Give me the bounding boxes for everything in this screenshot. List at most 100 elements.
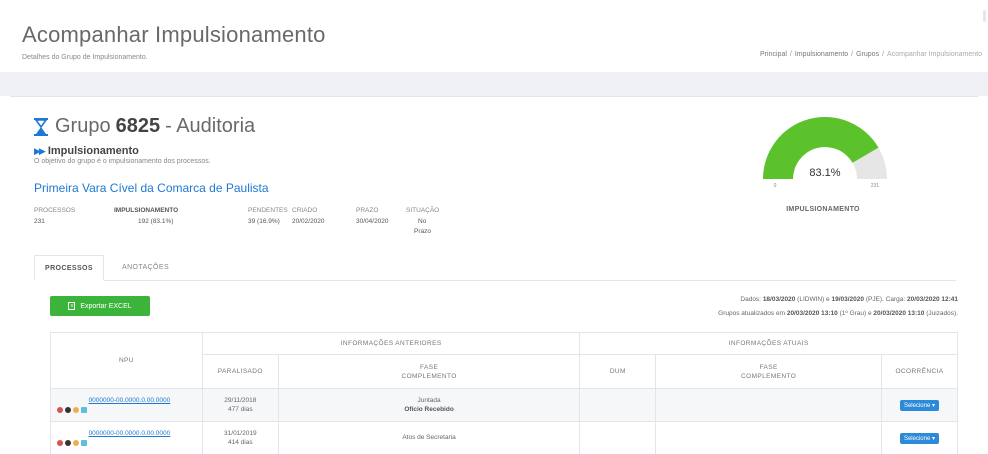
col-fase-curr: Fase Complemento (655, 354, 882, 389)
selecione-dropdown[interactable]: Selecione ▾ (899, 432, 939, 444)
col-ocorrencia: Ocorrência (880, 354, 959, 389)
calendar-icon[interactable] (81, 440, 87, 446)
alert-icon[interactable] (57, 407, 63, 413)
alert-icon[interactable] (57, 440, 63, 446)
col-npu: NPU (50, 332, 203, 389)
tab-bar: PROCESSOS ANOTAÇÕES (34, 255, 956, 281)
stat-label: Pendentes (248, 207, 288, 214)
group-objective: O objetivo do grupo é o impulsionamento … (34, 158, 211, 165)
breadcrumb-separator: / (882, 51, 885, 58)
content-band (0, 72, 988, 96)
info-date: 20/03/2020 13:10 (786, 310, 838, 317)
col-group-curr: Informações Atuais (579, 332, 958, 355)
data-dates-line: Dados: 18/03/2020 (LIDWIN) e 19/03/2020 … (740, 296, 958, 303)
info-text: (PJE). Carga: (865, 296, 906, 303)
complemento-text: Ofício Recebido (404, 406, 454, 413)
npu-link[interactable]: 0000000-00.0000.0.00.0000 (57, 397, 202, 404)
gauge-min: 0 (774, 183, 777, 189)
impulsionamento-heading: ▶▶ Impulsionamento (34, 145, 139, 157)
breadcrumb-grupos[interactable]: Grupos (856, 51, 879, 58)
stat-criado: Criado 20/02/2020 (292, 207, 325, 225)
cell-dum (579, 388, 657, 422)
npu-link[interactable]: 0000000-00.0000.0.00.0000 (57, 430, 202, 437)
stat-prazo: Prazo 30/04/2020 (356, 207, 389, 225)
impulsionamento-label: Impulsionamento (47, 145, 139, 157)
tab-anotacoes[interactable]: ANOTAÇÕES (112, 255, 179, 281)
hourglass-icon (34, 117, 48, 136)
info-text: (LIDWIN) e (797, 296, 830, 303)
stat-impulsionamento: Impulsionamento 192 (83.1%) (114, 207, 178, 225)
group-suffix: - Auditoria (165, 115, 256, 137)
cell-fase: Juntada Ofício Recebido (277, 388, 581, 422)
paralisado-date: 29/11/2018 (224, 397, 257, 404)
stat-pendentes: Pendentes 39 (16.9%) (248, 207, 288, 225)
stat-label: Criado (292, 207, 318, 214)
breadcrumb-impulsionamento[interactable]: Impulsionamento (795, 51, 848, 58)
stat-situacao: Situação No Prazo (406, 207, 439, 235)
breadcrumb-current: Acompanhar Impulsionamento (887, 51, 982, 58)
gauge-max: 231 (871, 183, 880, 189)
info-date: 20/03/2020 13:10 (873, 310, 925, 317)
process-icons (57, 407, 202, 413)
cell-npu: 0000000-00.0000.0.00.0000 (50, 421, 203, 454)
warning-icon[interactable] (73, 440, 79, 446)
cell-fase-atual (655, 388, 882, 422)
cell-npu: 0000000-00.0000.0.00.0000 (50, 388, 203, 422)
stat-label: Processos (34, 207, 76, 214)
paralisado-days: 477 dias (228, 406, 253, 413)
process-icons (57, 440, 202, 446)
export-excel-label: Exportar EXCEL (80, 302, 132, 310)
table-row: 0000000-00.0000.0.00.0000 29/11/2018 477 … (50, 388, 959, 422)
info-date: 20/03/2020 12:41 (907, 296, 958, 303)
paralisado-date: 31/01/2019 (224, 430, 257, 437)
paralisado-days: 414 dias (228, 439, 253, 446)
group-number: 6825 (115, 115, 161, 137)
fase-text: Atos de Secretaria (402, 433, 456, 441)
breadcrumb-separator: / (851, 51, 854, 58)
col-fase-label: Fase (419, 363, 439, 371)
table-row: 0000000-00.0000.0.00.0000 31/01/2019 414 … (50, 421, 959, 454)
col-complemento-label: Complemento (401, 372, 457, 380)
calendar-icon[interactable] (81, 407, 87, 413)
stat-value: 39 (16.9%) (248, 218, 280, 225)
gauge-label: IMPULSIONAMENTO (786, 206, 860, 213)
breadcrumb-principal[interactable]: Principal (760, 51, 787, 58)
scrollbar-thumb[interactable] (983, 10, 986, 22)
col-paralisado: Paralisado (201, 354, 279, 389)
stat-value: 30/04/2020 (356, 218, 389, 225)
col-complemento-label: Complemento (741, 372, 797, 380)
status-icon[interactable] (65, 407, 71, 413)
stat-value: 20/02/2020 (292, 218, 325, 225)
info-date: 19/03/2020 (831, 296, 865, 303)
gauge-value: 83.1% (809, 167, 840, 179)
warning-icon[interactable] (73, 407, 79, 413)
info-text: (Juizados). (926, 310, 958, 317)
breadcrumb-separator: / (789, 51, 792, 58)
status-icon[interactable] (65, 440, 71, 446)
stat-value: 192 (83.1%) (138, 218, 174, 225)
vara-link[interactable]: Primeira Vara Cível da Comarca de Paulis… (34, 181, 269, 195)
cell-fase: Atos de Secretaria (277, 421, 581, 454)
processes-table: NPU Informações Anteriores Informações A… (50, 332, 959, 454)
group-title: Grupo 6825 - Auditoria (34, 115, 255, 138)
export-excel-button[interactable]: x Exportar EXCEL (50, 296, 150, 316)
stat-label: Prazo (356, 207, 379, 214)
fase-text: Juntada (417, 397, 441, 404)
group-prefix: Grupo (55, 115, 111, 137)
selecione-dropdown[interactable]: Selecione ▾ (899, 399, 939, 411)
groups-updated-line: Grupos atualizados em 20/03/2020 13:10 (… (718, 310, 958, 317)
col-fase-prev: Fase Complemento (277, 354, 581, 389)
col-dum: DUM (579, 354, 657, 389)
info-text: Grupos atualizados em (718, 310, 786, 317)
page-subtitle: Detalhes do Grupo de Impulsionamento. (22, 54, 148, 61)
fast-forward-icon: ▶▶ (34, 145, 46, 156)
stat-processos: Processos 231 (34, 207, 75, 225)
info-text: (1º Grau) e (839, 310, 872, 317)
cell-fase-atual (655, 421, 882, 454)
impulsionamento-gauge: 83.1% 0 231 (763, 117, 887, 189)
stat-value: No (418, 218, 427, 225)
breadcrumb: Principal / Impulsionamento / Grupos / Acompan… (760, 51, 982, 58)
cell-paralisado: 29/11/2018 477 dias (201, 388, 279, 422)
tab-processos[interactable]: PROCESSOS (34, 255, 104, 281)
page-title: Acompanhar Impulsionamento (22, 22, 326, 47)
